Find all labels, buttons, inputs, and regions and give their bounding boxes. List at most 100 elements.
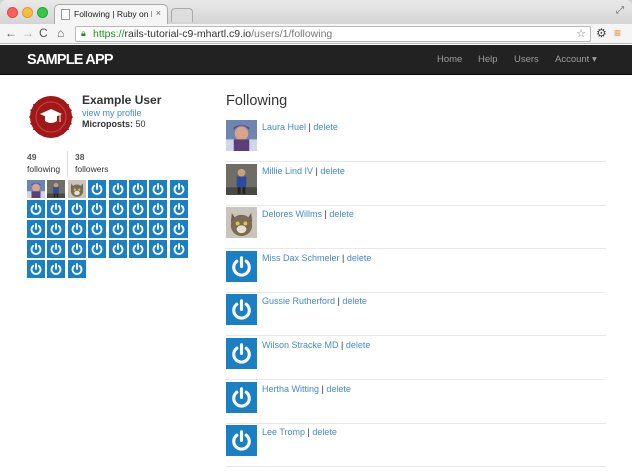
user-avatar[interactable]	[226, 338, 257, 369]
user-avatar[interactable]	[226, 381, 257, 413]
user-name-link[interactable]: Hertha Witting	[262, 384, 319, 394]
site-navbar: SAMPLE APP Home Help Users Account ▾	[0, 45, 632, 75]
nav-help-link[interactable]: Help	[478, 54, 498, 65]
following-gravatar-thumb[interactable]	[67, 220, 86, 238]
title-bar: Following | Ruby on Rails T × ⤢	[0, 0, 632, 24]
menu-icon[interactable]: ≡	[614, 26, 621, 40]
browser-toolbar: ← → C ⌂ 🔒︎ https://rails-tutorial-c9-mha…	[0, 24, 632, 44]
following-gravatar-thumb[interactable]	[27, 260, 45, 278]
site-logo[interactable]: SAMPLE APP	[27, 52, 114, 68]
delete-link[interactable]: delete	[346, 340, 371, 350]
user-name-link[interactable]: Lee Tromp	[262, 427, 305, 437]
zoom-window-button[interactable]	[37, 7, 48, 18]
new-tab-button[interactable]	[171, 8, 193, 22]
reload-icon[interactable]: C	[39, 26, 48, 40]
delete-link[interactable]: delete	[329, 209, 354, 219]
user-link-line: Delores Willms | delete	[262, 209, 354, 219]
delete-link[interactable]: delete	[320, 166, 345, 176]
following-gravatar-thumb[interactable]	[88, 220, 107, 238]
following-gravatar-thumb[interactable]	[108, 220, 127, 238]
user-link-line: Laura Huel | delete	[262, 122, 338, 132]
delete-link[interactable]: delete	[326, 384, 351, 394]
back-icon[interactable]: ←	[5, 26, 17, 40]
nav-users-link[interactable]: Users	[514, 54, 539, 65]
following-gravatar-thumb[interactable]	[169, 220, 188, 238]
forward-icon[interactable]: →	[22, 26, 34, 40]
delete-link[interactable]: delete	[312, 427, 337, 437]
following-gravatar-thumb[interactable]	[108, 200, 127, 218]
user-name-link[interactable]: Delores Willms	[262, 209, 322, 219]
following-gravatar-thumb[interactable]	[149, 220, 168, 238]
page-content: SAMPLE APP Home Help Users Account ▾ Exa…	[0, 45, 632, 474]
following-gravatar-thumb[interactable]	[169, 240, 188, 258]
fullscreen-icon[interactable]: ⤢	[616, 5, 624, 16]
wrench-icon[interactable]: ⚙	[596, 26, 607, 40]
separator: |	[339, 252, 347, 263]
following-gravatar-thumb[interactable]	[149, 180, 168, 198]
user-name-link[interactable]: Millie Lind IV	[262, 166, 313, 176]
following-gravatar-thumb[interactable]	[129, 220, 147, 238]
following-gravatar-thumb[interactable]	[27, 220, 45, 238]
following-gravatar-thumb[interactable]	[88, 240, 107, 258]
following-gravatar-thumb[interactable]	[67, 240, 86, 258]
user-name-link[interactable]: Laura Huel	[262, 122, 306, 132]
followers-stat-link[interactable]: 38 followers	[75, 151, 135, 175]
page-icon	[61, 9, 70, 20]
user-link-line: Miss Dax Schmeler | delete	[262, 253, 371, 263]
following-gravatar-thumb[interactable]	[47, 200, 66, 218]
delete-link[interactable]: delete	[342, 296, 367, 306]
view-profile-link[interactable]: view my profile	[82, 108, 142, 118]
star-icon[interactable]: ☆	[576, 27, 586, 40]
following-gravatar-thumb[interactable]	[27, 180, 45, 198]
browser-tab[interactable]: Following | Ruby on Rails T ×	[54, 4, 168, 24]
user-gravatar	[29, 96, 73, 138]
following-gravatar-thumb[interactable]	[47, 180, 66, 198]
user-avatar[interactable]	[226, 294, 257, 326]
following-gravatar-thumb[interactable]	[149, 200, 168, 218]
following-list-item: Miss Dax Schmeler | delete	[226, 249, 606, 293]
address-bar[interactable]: 🔒︎ https://rails-tutorial-c9-mhartl.c9.i…	[75, 26, 591, 42]
home-icon[interactable]: ⌂	[57, 26, 64, 40]
following-gravatar-thumb[interactable]	[47, 220, 66, 238]
user-name-link[interactable]: Wilson Stracke MD	[262, 340, 339, 350]
following-gravatar-thumb[interactable]	[169, 180, 188, 198]
user-avatar[interactable]	[226, 163, 257, 195]
following-gravatar-thumb[interactable]	[129, 180, 147, 198]
delete-link[interactable]: delete	[347, 253, 372, 263]
following-gravatar-thumb[interactable]	[88, 200, 107, 218]
following-list-item: Gussie Rutherford | delete	[226, 292, 606, 337]
tab-title: Following | Ruby on Rails T	[74, 9, 152, 19]
following-gravatar-thumb[interactable]	[88, 180, 107, 198]
following-gravatar-thumb[interactable]	[169, 200, 188, 218]
following-gravatar-thumb[interactable]	[129, 200, 147, 218]
nav-home-link[interactable]: Home	[437, 54, 462, 65]
following-gravatar-thumb[interactable]	[27, 200, 45, 218]
delete-link[interactable]: delete	[313, 122, 338, 132]
user-avatar[interactable]	[226, 120, 257, 151]
following-gravatar-thumb[interactable]	[129, 240, 147, 258]
following-list-item: Millie Lind IV | delete	[226, 162, 606, 206]
close-window-button[interactable]	[7, 7, 18, 18]
following-gravatar-thumb[interactable]	[67, 200, 86, 218]
user-avatar[interactable]	[226, 425, 257, 457]
following-stat-link[interactable]: 49 following	[27, 151, 68, 177]
following-gravatar-thumb[interactable]	[47, 260, 66, 278]
following-gravatar-thumb[interactable]	[149, 240, 168, 258]
following-gravatar-thumb[interactable]	[108, 180, 127, 198]
following-list-item: Laura Huel | delete	[226, 118, 606, 162]
following-gravatar-thumb[interactable]	[67, 260, 86, 278]
following-gravatar-thumb[interactable]	[27, 240, 45, 258]
user-name-link[interactable]: Gussie Rutherford	[262, 296, 335, 306]
following-list-item: Lee Tromp | delete	[226, 423, 606, 468]
following-gravatar-thumb[interactable]	[67, 180, 86, 198]
minimize-window-button[interactable]	[22, 7, 33, 18]
user-name-link[interactable]: Miss Dax Schmeler	[262, 253, 340, 263]
user-avatar[interactable]	[226, 207, 257, 239]
following-gravatar-thumb[interactable]	[108, 240, 127, 258]
user-avatar[interactable]	[226, 250, 257, 282]
url-text: https://rails-tutorial-c9-mhartl.c9.io/u…	[93, 28, 333, 40]
tab-close-icon[interactable]: ×	[156, 8, 161, 18]
following-gravatar-thumb[interactable]	[47, 240, 66, 258]
nav-account-dropdown[interactable]: Account ▾	[555, 54, 597, 65]
following-list-item: Wilson Stracke MD | delete	[226, 336, 606, 380]
